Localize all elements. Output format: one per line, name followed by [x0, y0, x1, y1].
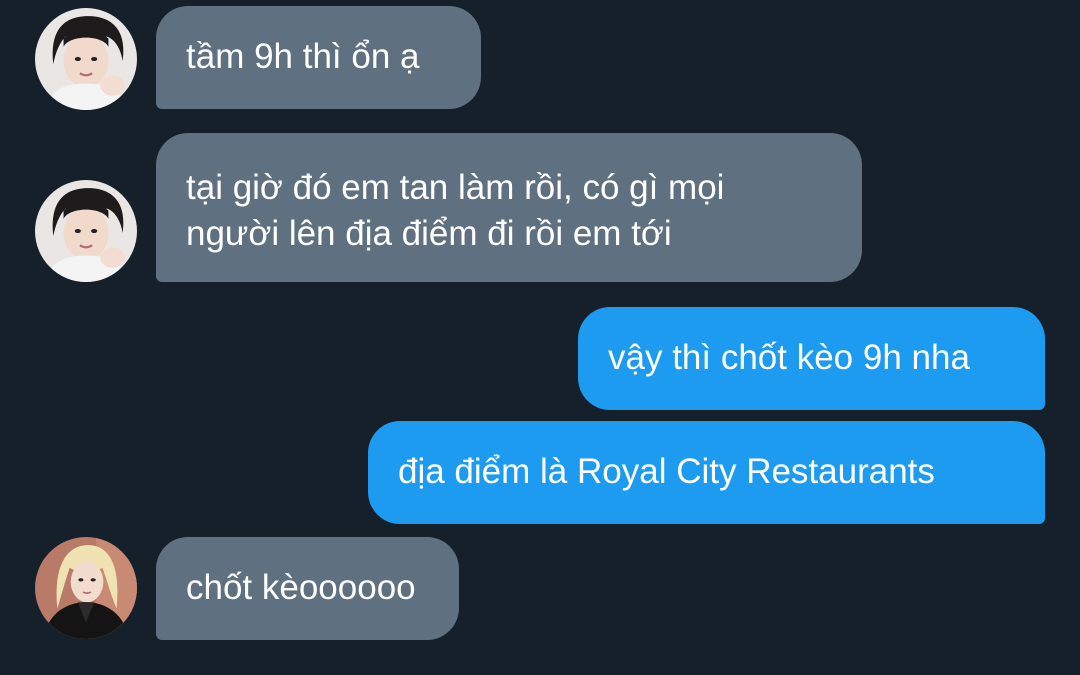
avatar-user-a[interactable]: [35, 180, 137, 282]
message-bubble-incoming[interactable]: chốt kèoooooo: [156, 537, 459, 640]
message-text-line: tại giờ đó em tan làm rồi, có gì mọi: [186, 168, 725, 207]
avatar-user-a-image: [35, 180, 137, 282]
message-bubble-incoming[interactable]: tầm 9h thì ổn ạ: [156, 6, 481, 109]
message-text-line: địa điểm là Royal City Restaurants: [398, 452, 935, 491]
avatar-user-a[interactable]: [35, 8, 137, 110]
message-text-line: chốt kèoooooo: [186, 568, 416, 607]
message-text-line: tầm 9h thì ổn ạ: [186, 37, 420, 76]
message-bubble-outgoing[interactable]: vậy thì chốt kèo 9h nha: [578, 307, 1045, 410]
avatar-user-a-image: [35, 8, 137, 110]
message-text-line: vậy thì chốt kèo 9h nha: [608, 338, 970, 377]
avatar-user-b-image: [35, 537, 137, 639]
message-bubble-incoming[interactable]: tại giờ đó em tan làm rồi, có gì mọi ngư…: [156, 133, 862, 282]
message-text-line: người lên địa điểm đi rồi em tới: [186, 214, 672, 253]
chat-thread: tầm 9h thì ổn ạ tại giờ đó em tan làm rồ…: [0, 0, 1080, 675]
avatar-user-b[interactable]: [35, 537, 137, 639]
message-bubble-outgoing[interactable]: địa điểm là Royal City Restaurants: [368, 421, 1045, 524]
